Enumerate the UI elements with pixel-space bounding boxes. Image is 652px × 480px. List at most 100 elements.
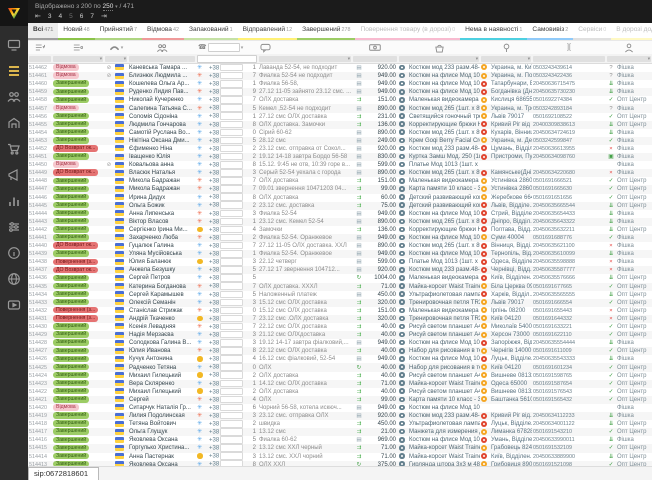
tab-10[interactable]: Сервіси0 — [573, 23, 611, 40]
table-row[interactable]: 514456ЗавершенийСоломія Сідоніна✳+38127.… — [28, 113, 652, 121]
table-row[interactable]: 514462Відмова⊘Каневська Тамара ...✳+381Л… — [28, 64, 652, 72]
tab-1[interactable]: Новий48 — [58, 23, 94, 40]
table-row[interactable]: 514438Повернення (з...Юлия Баланюк+38322… — [28, 258, 652, 266]
tab-9[interactable]: Самовивіз2 — [527, 23, 573, 40]
table-row[interactable]: 514435ЗавершенийКатерина Богданова✳+387О… — [28, 283, 652, 291]
page-button-5[interactable]: 5 — [69, 13, 73, 20]
table-row[interactable]: 514428ЗавершенийСолодкова Галина В...✳+3… — [28, 339, 652, 347]
settings-icon[interactable] — [7, 220, 21, 234]
phone-filter[interactable] — [197, 55, 257, 63]
table-row[interactable]: 514457ВідмоваСалепина Татьяна С...✳+385К… — [28, 104, 652, 112]
manager-column-icon[interactable] — [606, 43, 652, 53]
table-row[interactable]: 514430ЗавершенийКсенія Левадняя✳+38722.1… — [28, 323, 652, 331]
price-filter[interactable] — [353, 56, 397, 62]
page-button-4[interactable]: 4 — [59, 13, 63, 20]
tab-4[interactable]: Запакований1 — [184, 23, 238, 40]
manager-filter[interactable]: ▾ — [607, 56, 651, 62]
tab-7[interactable]: Повернення товару (в дорозі)0 — [355, 23, 460, 40]
stats-icon[interactable] — [7, 194, 21, 208]
flag-filter[interactable]: ▾ — [105, 56, 127, 62]
table-row[interactable]: 514416ЗавершенийЯковлева Оксана✳+385Фиал… — [28, 436, 652, 444]
product-filter[interactable]: ▾ — [399, 56, 479, 62]
table-row[interactable]: 514450Відмова⊘Ковальова анна✳+38815.12. … — [28, 161, 652, 169]
table-row[interactable]: 514458ЗавершенийНиколай Кучеренко✳+387ОЛ… — [28, 96, 652, 104]
tracking-filter[interactable] — [533, 56, 605, 62]
warehouse-icon[interactable] — [7, 116, 21, 130]
globe-icon[interactable] — [7, 272, 21, 286]
table-row[interactable]: 514461Відмова⊘Близнюк Людмила ...✳+387Фи… — [28, 72, 652, 80]
cart-icon[interactable] — [7, 142, 21, 156]
tab-11[interactable]: В дорозі додому0 — [611, 23, 652, 40]
table-row[interactable]: 514425ЗавершенийРадченко Тетяна✳+380ОЛХ↻… — [28, 363, 652, 371]
call-column-icon[interactable]: ▾ — [104, 43, 128, 52]
table-row[interactable]: 514426ЗавершенийКучук Антонина+38416.12 … — [28, 355, 652, 363]
table-row[interactable]: 514423ЗавершенийВера Скляренко✳+38114.12… — [28, 380, 652, 388]
client-filter[interactable] — [129, 56, 195, 62]
table-row[interactable]: 514419ЗавершенийЛилия Подолинская✳+38323… — [28, 412, 652, 420]
table-row[interactable]: 514440ДО Возврат ок...Гуцалюк Галина✳+38… — [28, 242, 652, 250]
table-row[interactable]: 514441ЗавершенийЗахарченко Люба✳+382Фиал… — [28, 234, 652, 242]
clients-icon[interactable] — [7, 90, 21, 104]
table-row[interactable]: 514432Повернення (з...Станіслав Стрижак✳… — [28, 307, 652, 315]
table-row[interactable]: 514460ЗавершенийКошелева Ольга Ар...✳+38… — [28, 80, 652, 88]
table-row[interactable]: 514414ЗавершенийАнна Пастернак+38313.12 … — [28, 453, 652, 461]
table-row[interactable]: 514433ЗавершенийОлексій Семанін✳+38315.1… — [28, 299, 652, 307]
table-row[interactable]: 514417ЗавершенийОльга Глущук✳+38113.12 с… — [28, 428, 652, 436]
phone-column-icon[interactable]: ☎▾ — [196, 43, 258, 52]
last-page-button[interactable]: ⇥ — [101, 12, 107, 20]
orders-list-icon[interactable] — [7, 64, 21, 78]
table-row[interactable]: 514447ЗавершенийМикола Бадражан✳+38709.0… — [28, 185, 652, 193]
table-row[interactable]: 514420ВідмоваСитарчук Наталія Гр...✳+386… — [28, 404, 652, 412]
table-row[interactable]: 514418ЗавершенийТетяна Войтович✳+382швид… — [28, 420, 652, 428]
tab-6[interactable]: Завершений278 — [297, 23, 355, 40]
table-row[interactable]: 514434ЗавершенийСергей Карамышев✳+385Нал… — [28, 291, 652, 299]
table-row[interactable]: 514454ЗавершенийСамотій Руслана Во...✳+3… — [28, 129, 652, 137]
table-row[interactable]: 514459ЗавершенийРуденко Лидия Пав...✳+38… — [28, 88, 652, 96]
table-row[interactable]: 514427ЗавершенийЮлия Иванова✳+38822.12 с… — [28, 347, 652, 355]
first-page-button[interactable]: ⇤ — [35, 12, 41, 20]
table-row[interactable]: 514443ЗавершенийВіктор Власов✳+38123.12 … — [28, 218, 652, 226]
table-row[interactable]: 514446ЗавершенийИрина Дидух✳+388ОЛХ дост… — [28, 194, 652, 202]
product-column-icon[interactable] — [398, 43, 480, 53]
table-row[interactable]: 514455ЗавершенийЛюдмила Гончарова✳+388ОЛ… — [28, 121, 652, 129]
tab-0[interactable]: Всі471 — [28, 23, 58, 40]
table-row[interactable]: 514422ЗавершенийМихаил Гилецький+382ОЛХ … — [28, 388, 652, 396]
table-row[interactable]: 514421ЗавершенийСергей✳+384ОЛХ⇉99.00Карт… — [28, 396, 652, 404]
tracking-column-icon[interactable]: ][ — [532, 44, 606, 51]
table-row[interactable]: 514448ЗавершенийМикола Бадражан✳+387ОЛХ … — [28, 177, 652, 185]
status-list-icon[interactable] — [52, 43, 104, 52]
id-filter[interactable] — [29, 56, 51, 62]
address-filter[interactable]: ▾ — [481, 56, 531, 62]
table-row[interactable]: 514442ЗавершенийСергієнко Ірина Ми...+38… — [28, 226, 652, 234]
table-row[interactable]: 514431Повернення (з...Андрій Ткаченко+38… — [28, 315, 652, 323]
table-row[interactable]: 514451ЗавершенийІващенко Юлія✳+38219.12 … — [28, 153, 652, 161]
tab-8[interactable]: Нема в наявності1 — [460, 23, 527, 40]
dashboard-icon[interactable] — [7, 38, 21, 52]
app-logo[interactable] — [0, 0, 28, 26]
marketing-icon[interactable] — [7, 168, 21, 182]
phone-filter-input[interactable] — [208, 43, 240, 52]
page-button-7[interactable]: 7 — [90, 13, 94, 20]
page-button-6[interactable]: 6 — [80, 13, 84, 20]
comment-filter[interactable]: ▾ — [259, 56, 351, 62]
table-row[interactable]: 514453ЗавершенийНікітіна Оксана Дми...✳+… — [28, 137, 652, 145]
table-row[interactable]: 514445ЗавершенийОльга Божик✳+38223.12 см… — [28, 202, 652, 210]
tab-2[interactable]: Прийнятий7 — [95, 23, 142, 40]
order-sort-icon[interactable] — [28, 43, 52, 52]
table-row[interactable]: 514439ЗавершенийУляна Мусійовська✳+381Фи… — [28, 250, 652, 258]
video-icon[interactable] — [7, 298, 21, 312]
client-column-icon[interactable] — [128, 43, 196, 53]
comment-column-icon[interactable] — [258, 43, 352, 53]
info-icon[interactable] — [7, 246, 21, 260]
table-row[interactable]: 514437ДО Возврат ок...Анжела Безушку✳+38… — [28, 266, 652, 274]
table-row[interactable]: 514424ЗавершенийМихаил Гилецький+382ОЛХ … — [28, 372, 652, 380]
table-row[interactable]: 514449ДО Возврат ок...Власюк Наталья✳+38… — [28, 169, 652, 177]
table-row[interactable]: 514452ДО Возврат ок...Єфименко Ніна✳+382… — [28, 145, 652, 153]
table-row[interactable]: 514436ЗавершенийСергей Петров✳+385↻1004.… — [28, 274, 652, 282]
table-row[interactable]: 514415ЗавершенийГоргулько Христина...✳+3… — [28, 444, 652, 452]
status-filter[interactable]: ▾ — [53, 56, 103, 62]
address-column-icon[interactable] — [480, 43, 532, 53]
tab-5[interactable]: Відправлений12 — [238, 23, 298, 40]
tab-3[interactable]: Відмова42 — [142, 23, 184, 40]
table-row[interactable]: 514444ЗавершенийАнна Липенська✳+383Фиалк… — [28, 210, 652, 218]
